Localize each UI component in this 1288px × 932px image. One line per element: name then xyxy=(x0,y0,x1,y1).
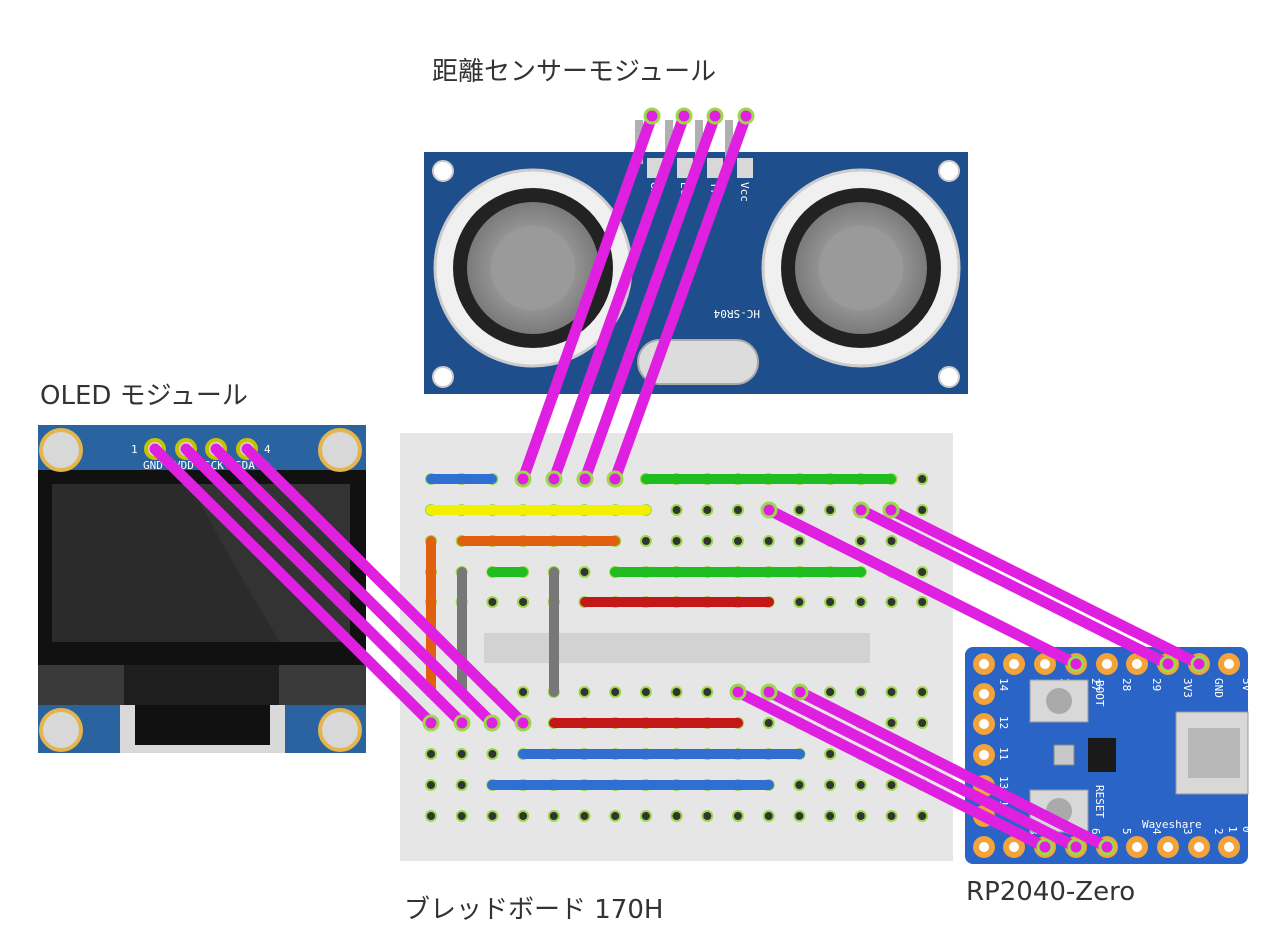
breadboard-hole xyxy=(824,810,837,822)
breadboard-center-channel xyxy=(484,633,870,663)
breadboard-hole xyxy=(455,779,468,791)
breadboard-hole xyxy=(701,686,714,698)
breadboard-hole xyxy=(793,810,806,822)
mcu-pin-28: 28 xyxy=(1120,678,1133,691)
breadboard-hole xyxy=(547,810,560,822)
breadboard-hole xyxy=(670,686,683,698)
mcu-pin-0: 0 xyxy=(1240,826,1253,833)
mcu-pin-5v: 5V xyxy=(1240,678,1253,692)
mcu-pin-5: 5 xyxy=(1120,828,1133,835)
boot-button[interactable] xyxy=(1029,679,1089,723)
breadboard-hole xyxy=(670,535,683,547)
sensor-model: HC-SR04 xyxy=(713,307,760,320)
breadboard-hole xyxy=(916,566,929,578)
mcu-chip xyxy=(1088,738,1116,772)
breadboard-hole xyxy=(609,686,622,698)
breadboard-hole xyxy=(916,717,929,729)
boot-label: BOOT xyxy=(1093,680,1106,707)
breadboard-hole xyxy=(793,504,806,516)
breadboard-hole xyxy=(639,810,652,822)
breadboard-hole xyxy=(854,810,867,822)
oled-module: 1 4 GND VDD SCK SDA xyxy=(38,425,366,753)
breadboard-hole xyxy=(455,748,468,760)
mcu-brand: Waveshare xyxy=(1142,818,1202,831)
breadboard-hole xyxy=(854,596,867,608)
breadboard-hole xyxy=(578,566,591,578)
breadboard-hole xyxy=(670,504,683,516)
breadboard-hole xyxy=(701,535,714,547)
breadboard-hole xyxy=(793,596,806,608)
breadboard-hole xyxy=(885,810,898,822)
breadboard-hole xyxy=(425,748,437,760)
breadboard-hole xyxy=(517,810,530,822)
breadboard-hole xyxy=(916,810,929,822)
breadboard-hole xyxy=(425,810,437,822)
breadboard-hole xyxy=(762,535,775,547)
breadboard-hole xyxy=(732,504,744,516)
breadboard-hole xyxy=(425,779,437,791)
breadboard-hole xyxy=(885,686,898,698)
breadboard-hole xyxy=(455,810,468,822)
breadboard-hole xyxy=(609,810,622,822)
mcu-label: RP2040-Zero xyxy=(966,877,1135,907)
oled-pin-number-1: 1 xyxy=(131,443,138,456)
sensor-pin-vcc: Vcc xyxy=(738,182,751,202)
breadboard-hole xyxy=(762,810,775,822)
breadboard-hole xyxy=(824,686,837,698)
breadboard-hole xyxy=(517,686,530,698)
breadboard-hole xyxy=(854,535,867,547)
breadboard-hole xyxy=(486,810,499,822)
transducer-right xyxy=(761,168,961,368)
breadboard-hole xyxy=(916,686,929,698)
sensor-label: 距離センサーモジュール xyxy=(432,57,716,87)
breadboard xyxy=(400,433,953,861)
breadboard-hole xyxy=(517,596,530,608)
mcu-pin-2: 2 xyxy=(1212,828,1225,835)
rgb-led xyxy=(1053,744,1075,766)
breadboard-hole xyxy=(762,717,775,729)
breadboard-hole xyxy=(885,596,898,608)
breadboard-hole xyxy=(486,748,499,760)
breadboard-hole xyxy=(916,504,929,516)
breadboard-hole xyxy=(854,686,867,698)
mcu-pin-1: 1 xyxy=(1226,826,1239,833)
breadboard-hole xyxy=(578,686,591,698)
breadboard-hole xyxy=(701,810,714,822)
breadboard-label: ブレッドボード 170H xyxy=(404,895,663,925)
breadboard-hole xyxy=(824,596,837,608)
mcu-pin-gnd: GND xyxy=(1212,678,1225,698)
breadboard-hole xyxy=(639,686,652,698)
breadboard-hole xyxy=(854,779,867,791)
breadboard-hole xyxy=(824,504,837,516)
breadboard-hole xyxy=(486,596,499,608)
breadboard-hole xyxy=(732,810,744,822)
breadboard-hole xyxy=(885,717,898,729)
breadboard-hole xyxy=(824,748,837,760)
breadboard-hole xyxy=(885,535,898,547)
breadboard-hole xyxy=(578,810,591,822)
breadboard-hole xyxy=(732,535,744,547)
mcu-pin-12: 12 xyxy=(997,716,1010,729)
breadboard-hole xyxy=(885,779,898,791)
breadboard-hole xyxy=(670,810,683,822)
breadboard-hole xyxy=(793,779,806,791)
breadboard-hole xyxy=(916,596,929,608)
mcu-pin-11: 11 xyxy=(997,747,1010,760)
mcu-pin-3v3: 3V3 xyxy=(1181,678,1194,698)
breadboard-hole xyxy=(824,779,837,791)
breadboard-hole xyxy=(793,535,806,547)
breadboard-hole xyxy=(639,535,652,547)
oled-label: OLED モジュール xyxy=(40,381,248,411)
mcu-pin-29: 29 xyxy=(1150,678,1163,691)
mcu-pin-14: 14 xyxy=(997,678,1010,692)
reset-label: RESET xyxy=(1093,785,1106,818)
oled-pin-number-4: 4 xyxy=(264,443,271,456)
wiring-diagram: 距離センサーモジュール OLED モジュール ブレッドボード 170H RP20… xyxy=(38,57,1253,925)
breadboard-hole xyxy=(701,504,714,516)
breadboard-hole xyxy=(916,473,929,485)
